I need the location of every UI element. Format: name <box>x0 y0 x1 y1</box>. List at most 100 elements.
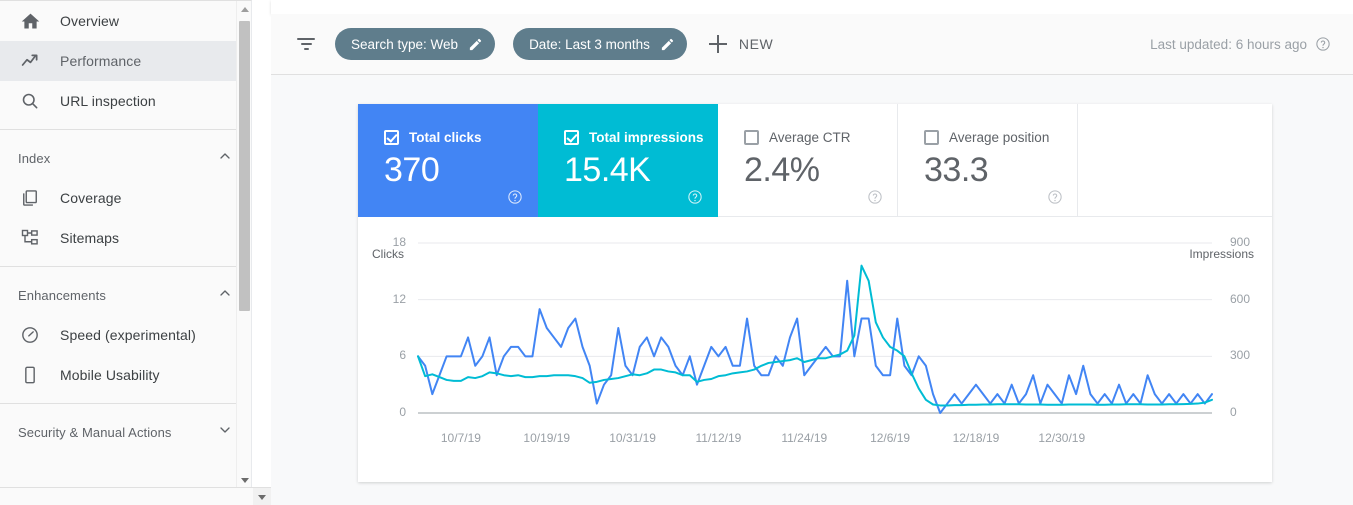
metric-checkbox[interactable] <box>564 130 579 145</box>
scrollbar-thumb[interactable] <box>239 21 250 311</box>
sidebar-item-label: Coverage <box>60 190 122 206</box>
chevron-down-icon[interactable] <box>217 422 233 443</box>
metric-card-total-impressions[interactable]: Total impressions 15.4K <box>538 104 718 217</box>
sidebar-item-label: Overview <box>60 13 120 29</box>
y2-axis-tick: 300 <box>1230 348 1251 363</box>
sidebar-nav-list: Overview Performance URL inspection Index Co… <box>0 1 251 452</box>
sidebar-group-title: Enhancements <box>18 287 106 303</box>
sidebar-item-sitemaps[interactable]: Sitemaps <box>0 218 251 258</box>
scroll-down-arrow-icon[interactable] <box>237 472 251 487</box>
metric-value: 2.4% <box>744 151 820 189</box>
help-circle-icon[interactable] <box>1047 189 1063 205</box>
filter-chip-search-type[interactable]: Search type: Web <box>335 28 496 60</box>
sidebar-item-url-inspection[interactable]: URL inspection <box>0 81 251 121</box>
trending-up-icon <box>18 49 42 73</box>
y-axis-tick: 18 <box>392 235 406 249</box>
y2-axis-tick: 600 <box>1230 291 1251 306</box>
sidebar-item-speed-experimental[interactable]: Speed (experimental) <box>0 315 251 355</box>
chip-label: Search type: Web <box>351 36 459 52</box>
y-axis-tick: 0 <box>399 405 406 419</box>
filter-toolbar: Search type: Web Date: Last 3 months NEW… <box>271 14 1353 75</box>
metric-header: Average position <box>924 130 1077 145</box>
metric-value: 15.4K <box>564 151 651 189</box>
metric-card-total-clicks[interactable]: Total clicks 370 <box>358 104 538 217</box>
sidebar-group-security-manual-actions[interactable]: Security & Manual Actions <box>0 412 251 452</box>
sidebar-item-mobile-usability[interactable]: Mobile Usability <box>0 355 251 395</box>
x-axis-tick: 12/6/19 <box>870 431 911 445</box>
sidebar-divider <box>0 129 251 130</box>
metric-header: Total impressions <box>564 130 717 145</box>
sidebar-item-coverage[interactable]: Coverage <box>0 178 251 218</box>
metric-checkbox[interactable] <box>384 130 399 145</box>
horizontal-scrollbar[interactable] <box>0 487 271 505</box>
metric-title: Total clicks <box>409 130 482 145</box>
metric-header: Total clicks <box>384 130 537 145</box>
chevron-up-icon[interactable] <box>217 148 233 169</box>
x-axis-tick: 11/12/19 <box>695 431 742 445</box>
help-circle-icon[interactable] <box>507 189 523 205</box>
pencil-icon <box>661 38 674 50</box>
main-content: Search type: Web Date: Last 3 months NEW… <box>271 0 1353 505</box>
chart-line-clicks <box>417 279 1213 414</box>
x-axis-tick: 10/19/19 <box>523 431 571 445</box>
metric-header: Average CTR <box>744 130 897 145</box>
sidebar-divider <box>0 266 251 267</box>
chevron-up-icon[interactable] <box>217 285 233 306</box>
metric-checkbox[interactable] <box>924 130 939 145</box>
metric-title: Total impressions <box>589 130 704 145</box>
sidebar-group-enhancements[interactable]: Enhancements <box>0 275 251 315</box>
help-circle-icon[interactable] <box>867 189 883 205</box>
pencil-icon <box>469 38 482 50</box>
sidebar-group-title: Index <box>18 150 51 166</box>
metric-card-empty <box>1078 104 1272 217</box>
scroll-down-arrow-icon[interactable] <box>253 488 271 505</box>
metric-value: 33.3 <box>924 151 989 189</box>
sidebar-item-label: Mobile Usability <box>60 367 160 383</box>
y-axis-tick: 6 <box>399 348 406 363</box>
last-updated-status: Last updated: 6 hours ago <box>1150 36 1331 52</box>
sidebar-item-performance[interactable]: Performance <box>0 41 251 81</box>
y-axis-tick: 12 <box>392 291 406 306</box>
sidebar-item-label: Speed (experimental) <box>60 327 196 343</box>
sidebar-item-label: URL inspection <box>60 93 156 109</box>
sitemap-icon <box>18 226 42 250</box>
header-strip <box>271 0 1353 14</box>
sidebar-item-overview[interactable]: Overview <box>0 1 251 41</box>
last-updated-text: Last updated: 6 hours ago <box>1150 36 1307 52</box>
pages-icon <box>18 186 42 210</box>
speedometer-icon <box>18 323 42 347</box>
sidebar-group-index[interactable]: Index <box>0 138 251 178</box>
home-icon <box>18 9 42 33</box>
chip-label: Date: Last 3 months <box>529 36 650 52</box>
search-icon <box>18 89 42 113</box>
sidebar-vertical-scrollbar[interactable] <box>236 1 251 487</box>
help-circle-icon[interactable] <box>1315 36 1331 52</box>
help-circle-icon[interactable] <box>687 189 703 205</box>
new-filter-button[interactable]: NEW <box>708 35 774 53</box>
chart-line-impressions <box>417 264 1213 407</box>
filter-icon[interactable] <box>295 33 317 55</box>
sidebar-item-label: Performance <box>60 53 142 69</box>
metric-card-average-ctr[interactable]: Average CTR 2.4% <box>718 104 898 217</box>
y2-axis-tick: 900 <box>1230 235 1251 249</box>
mobile-icon <box>18 363 42 387</box>
metric-card-average-position[interactable]: Average position 33.3 <box>898 104 1078 217</box>
metric-checkbox[interactable] <box>744 130 759 145</box>
metric-title: Average position <box>949 130 1050 145</box>
search-console-app: Overview Performance URL inspection Index Co… <box>0 0 1353 505</box>
performance-card: Total clicks 370 Total impressions 15.4K Ave… <box>358 104 1272 482</box>
sidebar-divider <box>0 403 251 404</box>
plus-icon <box>708 35 727 53</box>
x-axis-tick: 12/18/19 <box>952 431 1000 445</box>
filter-chip-date[interactable]: Date: Last 3 months <box>513 28 687 60</box>
x-axis-tick: 10/31/19 <box>609 431 656 445</box>
y2-axis-tick: 0 <box>1230 405 1237 419</box>
metric-value: 370 <box>384 151 440 189</box>
sidebar: Overview Performance URL inspection Index Co… <box>0 0 252 487</box>
sidebar-group-title: Security & Manual Actions <box>18 424 172 440</box>
x-axis-tick: 10/7/19 <box>440 431 481 445</box>
metric-title: Average CTR <box>769 130 851 145</box>
new-filter-label: NEW <box>738 36 774 52</box>
x-axis-tick: 12/30/19 <box>1038 431 1086 445</box>
scroll-up-arrow-icon[interactable] <box>237 1 251 17</box>
